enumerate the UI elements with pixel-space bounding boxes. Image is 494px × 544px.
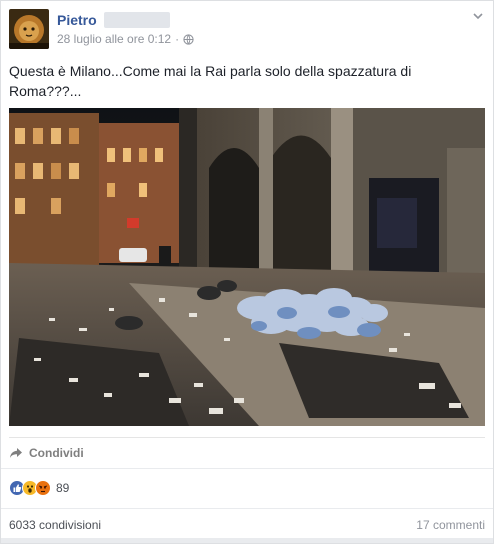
post-message: Questa è Milano...Come mai la Rai parla … (9, 63, 412, 99)
author-avatar[interactable] (9, 9, 49, 49)
post-meta: 28 luglio alle ore 0:12 · (57, 32, 194, 46)
chevron-down-icon[interactable] (471, 9, 485, 23)
share-button[interactable]: Condividi (9, 444, 84, 462)
shares-count[interactable]: 6033 condivisioni (9, 518, 101, 532)
post-timestamp[interactable]: 28 luglio alle ore 0:12 (57, 32, 171, 46)
post-header: Pietro 28 luglio alle ore 0:12 · (9, 9, 487, 51)
angry-icon (35, 480, 51, 496)
comments-count[interactable]: 17 commenti (416, 518, 485, 532)
reactions-summary[interactable]: 89 (9, 479, 69, 497)
redacted-surname (104, 12, 170, 28)
post-bottom-border (1, 538, 493, 543)
divider (1, 468, 493, 469)
street-photo[interactable] (9, 108, 485, 426)
divider (9, 437, 485, 438)
meta-separator: · (175, 32, 180, 46)
facebook-post: Pietro 28 luglio alle ore 0:12 · Questa … (0, 0, 494, 544)
globe-icon[interactable] (183, 33, 194, 45)
share-arrow-icon (9, 447, 23, 459)
reactions-count: 89 (56, 481, 70, 495)
divider (1, 508, 493, 509)
share-label: Condividi (29, 446, 84, 460)
author-name[interactable]: Pietro (57, 12, 97, 28)
post-stats: 6033 condivisioni 17 commenti (9, 518, 485, 532)
